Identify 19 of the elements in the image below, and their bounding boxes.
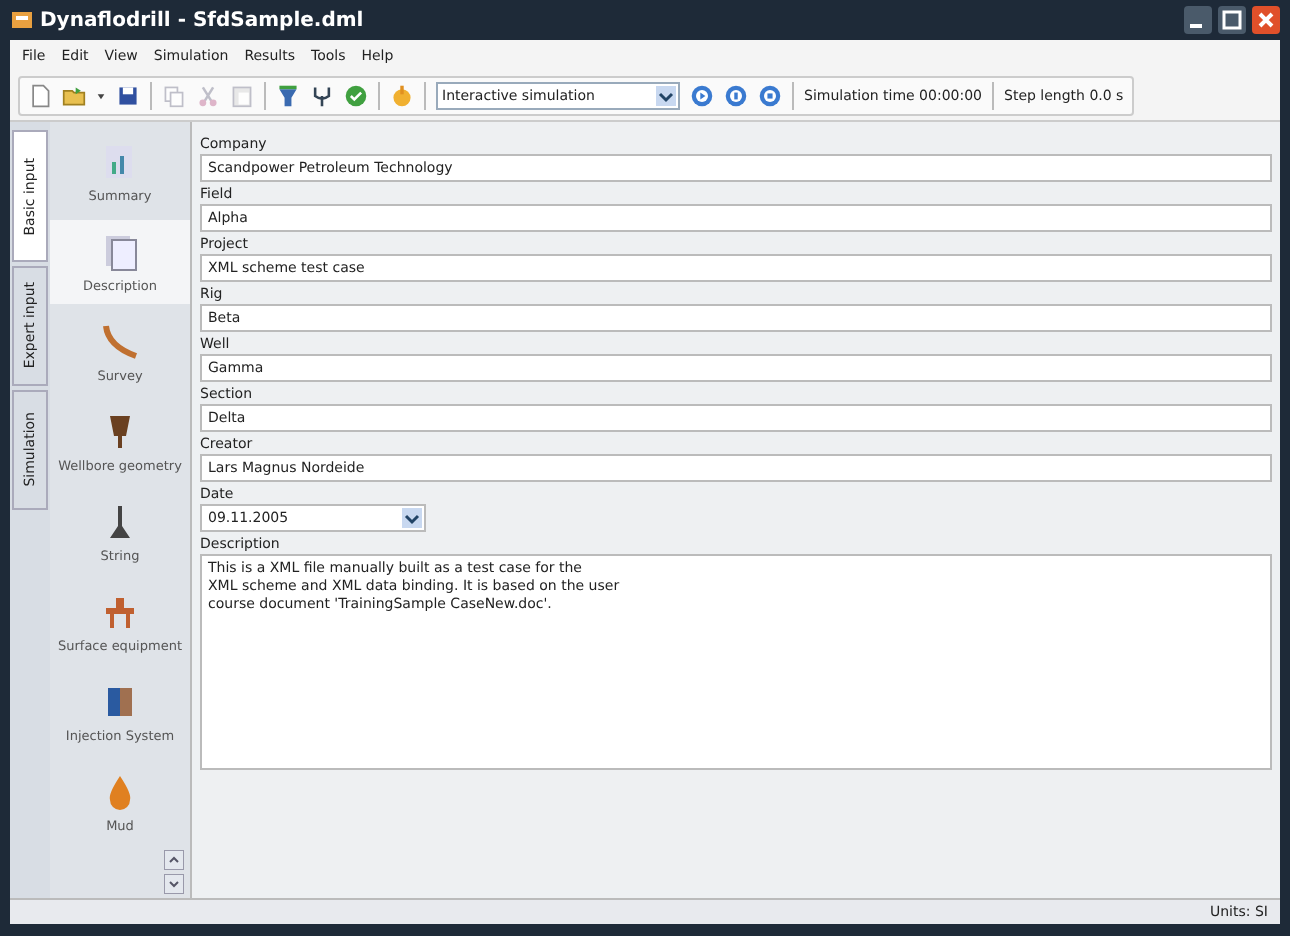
dropdown-arrow-icon — [656, 86, 676, 106]
document-icon — [100, 231, 140, 271]
maximize-button[interactable] — [1218, 6, 1246, 34]
window-title: Dynaflodrill - SfdSample.dml — [40, 9, 364, 31]
app-icon — [10, 8, 34, 32]
save-icon[interactable] — [116, 84, 140, 108]
stop-icon[interactable] — [758, 84, 782, 108]
play-icon[interactable] — [690, 84, 714, 108]
folder-icon[interactable] — [62, 84, 86, 108]
close-button[interactable] — [1252, 6, 1280, 34]
check-circle-icon[interactable] — [344, 84, 368, 108]
curve-icon — [100, 321, 140, 361]
minimize-button[interactable] — [1184, 6, 1212, 34]
pause-icon[interactable] — [724, 84, 748, 108]
fork-icon[interactable] — [310, 84, 334, 108]
new-file-icon[interactable] — [28, 84, 52, 108]
scroll-down-icon[interactable] — [164, 874, 184, 894]
scroll-up-icon[interactable] — [164, 850, 184, 870]
dropdown-arrow-icon — [402, 508, 422, 528]
